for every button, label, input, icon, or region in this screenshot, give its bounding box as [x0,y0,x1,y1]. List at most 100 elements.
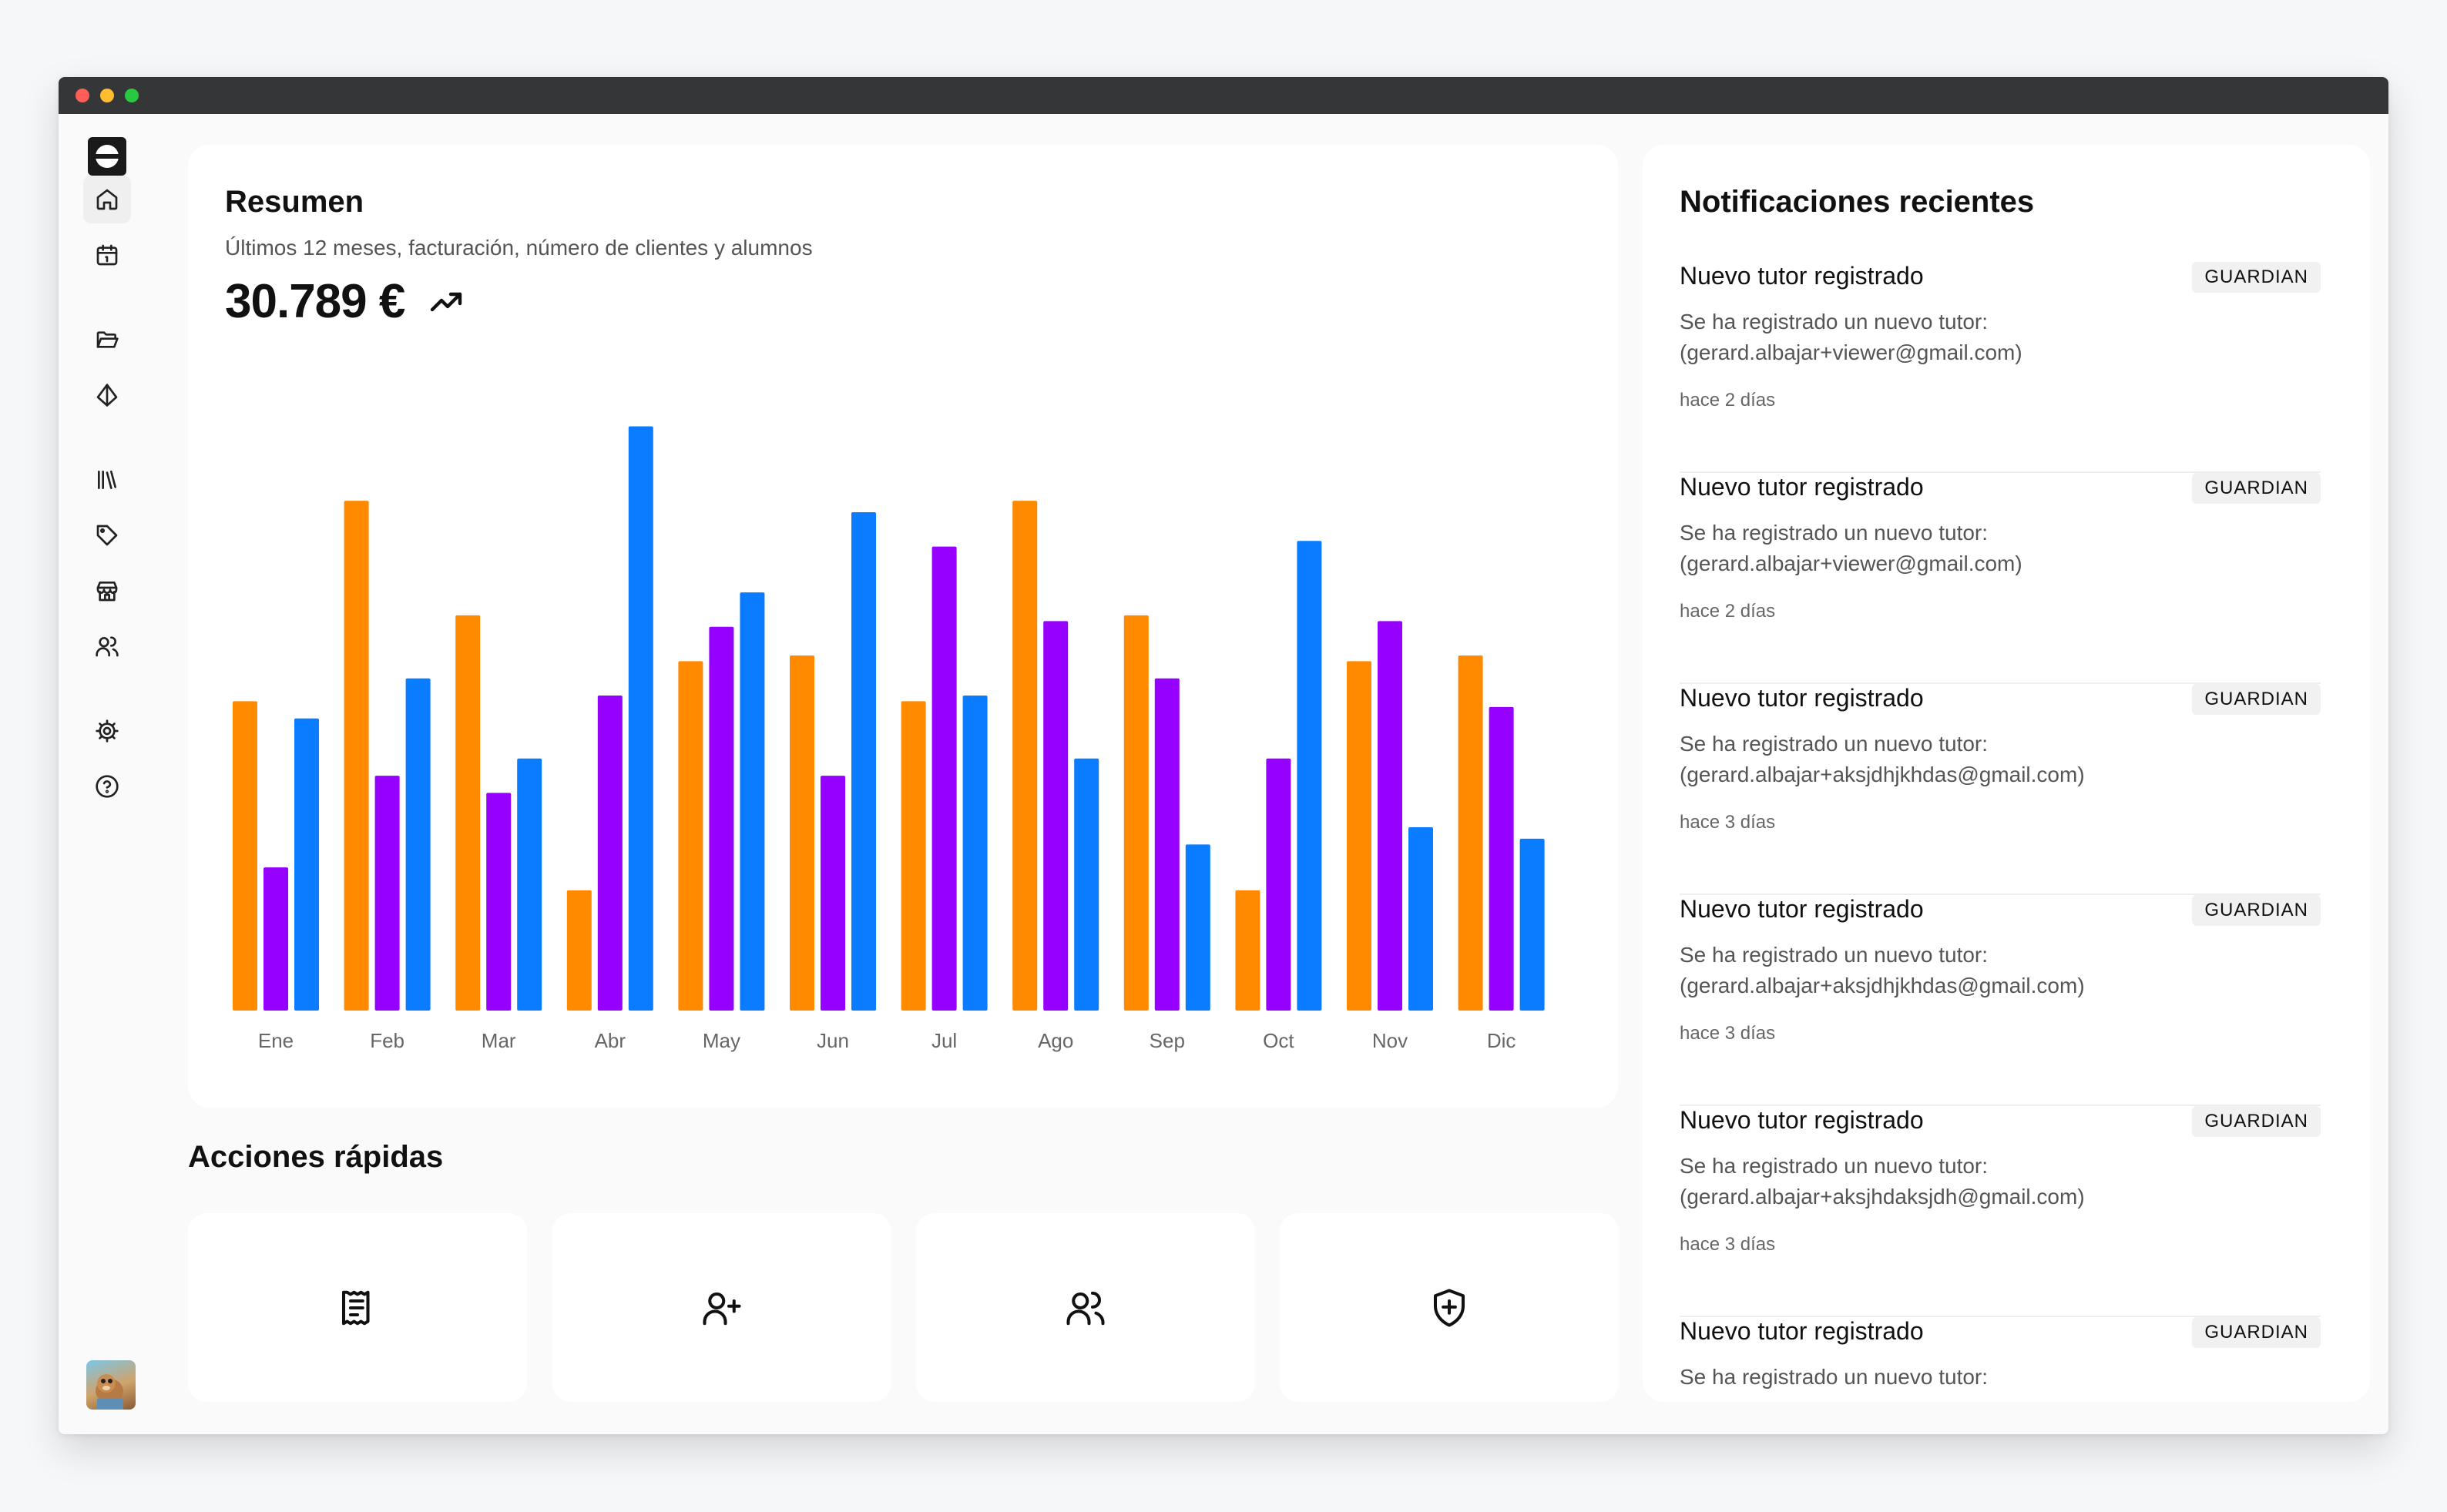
chart-bar [597,696,623,1011]
chart-bar [678,661,703,1011]
notifications-card: Notificaciones recientes Nuevo tutor reg… [1643,145,2370,1402]
chart-bar [628,426,653,1011]
notification-item[interactable]: Nuevo tutor registrado GUARDIAN Se ha re… [1680,895,2321,1106]
quick-action-add-user[interactable] [552,1213,891,1402]
notification-item[interactable]: Nuevo tutor registrado GUARDIAN Se ha re… [1680,684,2321,895]
chart-bar [962,696,988,1011]
x-tick-label: Oct [1263,1029,1294,1052]
chart-bar [1519,838,1545,1011]
notification-item[interactable]: Nuevo tutor registrado GUARDIAN Se ha re… [1680,1106,2321,1317]
sidebar-item-help[interactable] [83,763,131,810]
quick-action-guardian[interactable] [1280,1213,1619,1402]
chart-bar [566,890,592,1011]
chart-bar [517,758,542,1011]
window-titlebar [59,77,2388,114]
bar-chart: Ene Feb Mar Abr May Jun Jul Ago Sep Oct Nov Dic [233,426,1545,1052]
notification-badge: GUARDIAN [2192,1106,2321,1137]
chart-bar [740,592,765,1011]
chart-bar [821,776,845,1011]
total-row: 30.789 € [225,274,465,329]
quick-actions-title: Acciones rápidas [188,1140,444,1174]
summary-card: Resumen Últimos 12 meses, facturación, n… [188,145,1618,1108]
notification-badge: GUARDIAN [2192,262,2321,293]
x-tick-label: Feb [370,1029,404,1052]
sidebar-item-settings[interactable] [83,707,131,755]
chart-bar [1266,758,1291,1011]
x-tick-label: Nov [1372,1029,1408,1052]
quick-action-users[interactable] [916,1213,1255,1402]
notification-body: Se ha registrado un nuevo tutor: (gerard… [1680,518,2022,579]
calendar-icon [96,244,118,266]
sidebar-item-store[interactable] [83,567,131,615]
notification-line: Se ha registrado un nuevo tutor: [1680,1365,1989,1389]
sidebar-item-shapes[interactable] [83,371,131,419]
notification-line: Se ha registrado un nuevo tutor: [1680,1154,1989,1178]
chart-bar [1043,621,1069,1011]
x-tick-label: Jun [817,1029,849,1052]
sidebar-item-folder[interactable] [83,316,131,364]
trending-up-icon [431,292,462,311]
tag-icon [96,525,118,546]
user-plus-icon [703,1292,741,1325]
chart-bar [233,701,257,1011]
user-avatar[interactable] [86,1360,136,1410]
notification-body: Se ha registrado un nuevo tutor: (gerard… [1680,1151,2085,1212]
chart-bar [1297,541,1322,1011]
chart-bar [1154,678,1180,1011]
home-icon [96,189,118,210]
chart-bar [1123,615,1149,1011]
maximize-window-button[interactable] [125,89,139,102]
chart-bar [294,718,319,1011]
notification-item[interactable]: Nuevo tutor registrado GUARDIAN Se ha re… [1680,473,2321,684]
notification-title: Nuevo tutor registrado [1680,895,1924,923]
x-tick-label: May [703,1029,740,1052]
gear-icon [96,719,119,743]
sidebar [59,114,166,1434]
chart-bar [709,626,734,1011]
receipt-icon [341,1290,370,1325]
chart-bar [1458,655,1483,1011]
chart-bar [1185,844,1210,1011]
sidebar-item-tags[interactable] [83,511,131,559]
notification-time: hace 3 días [1680,812,1776,833]
x-tick-label: Sep [1150,1029,1185,1052]
sidebar-item-home[interactable] [83,176,131,223]
notification-time: hace 3 días [1680,1234,1776,1255]
users-icon [1066,1291,1105,1325]
app-window: Resumen Últimos 12 meses, facturación, n… [59,77,2388,1434]
notification-line: Se ha registrado un nuevo tutor: [1680,310,1989,334]
sidebar-item-library[interactable] [83,456,131,504]
users-icon [96,636,119,657]
chart-bar [486,793,512,1011]
minimize-window-button[interactable] [100,89,114,102]
close-window-button[interactable] [76,89,89,102]
notification-email: (gerard.albajar+aksjdhjkhdas@gmail.com) [1680,974,2085,997]
total-revenue: 30.789 € [225,275,405,328]
chart-bar [455,615,481,1011]
notification-badge: GUARDIAN [2192,684,2321,715]
notification-title: Nuevo tutor registrado [1680,262,1924,290]
chart-bar [374,776,400,1011]
notification-line: Se ha registrado un nuevo tutor: [1680,521,1989,545]
notification-line: Se ha registrado un nuevo tutor: [1680,943,1989,967]
sidebar-item-calendar[interactable] [83,231,131,279]
sidebar-item-users[interactable] [83,622,131,670]
x-tick-label: Jul [931,1029,957,1052]
notification-item[interactable]: Nuevo tutor registrado GUARDIAN Se ha re… [1680,1317,2321,1402]
notification-badge: GUARDIAN [2192,895,2321,926]
notification-body: Se ha registrado un nuevo tutor: (gerard… [1680,307,2022,368]
notifications-title: Notificaciones recientes [1680,185,2035,219]
x-tick-label: Mar [482,1029,516,1052]
notification-body: Se ha registrado un nuevo tutor: (gerard… [1680,729,2085,790]
chart-bar [1347,661,1371,1011]
store-icon [96,582,118,602]
chart-bar [1378,621,1402,1011]
summary-subtitle: Últimos 12 meses, facturación, número de… [225,236,813,260]
quick-action-invoice[interactable] [188,1213,527,1402]
notification-item[interactable]: Nuevo tutor registrado GUARDIAN Se ha re… [1680,262,2321,473]
folder-open-icon [96,331,119,348]
notification-title: Nuevo tutor registrado [1680,1106,1924,1134]
logo-icon[interactable] [88,137,126,176]
x-tick-label: Ene [258,1029,294,1052]
notification-email: (gerard.albajar+viewer@gmail.com) [1680,340,2022,364]
